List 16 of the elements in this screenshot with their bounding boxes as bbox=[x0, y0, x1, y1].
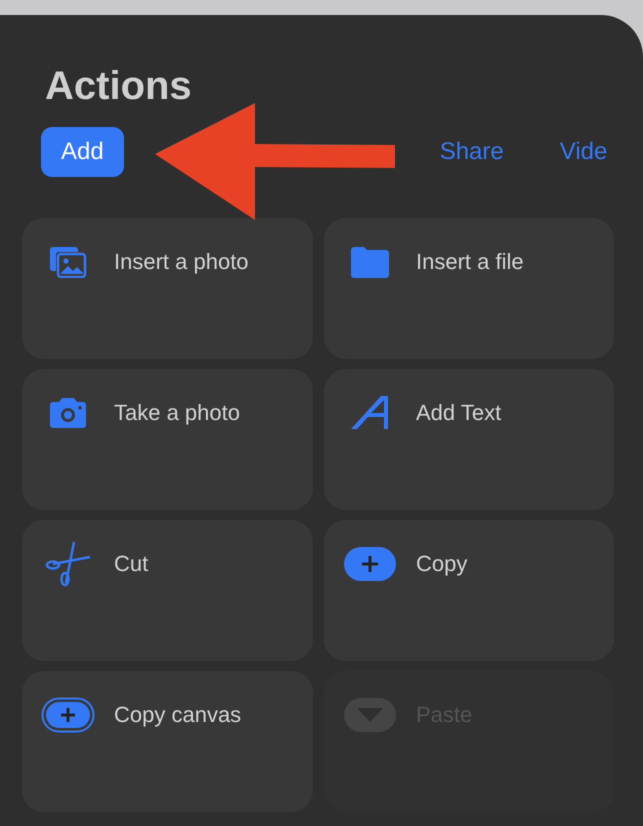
camera-icon bbox=[48, 397, 88, 429]
plus-pill-icon bbox=[344, 547, 396, 581]
action-tile[interactable]: Copy canvas bbox=[22, 671, 313, 812]
letter-a-icon bbox=[351, 396, 389, 430]
action-tile[interactable]: Cut bbox=[22, 520, 313, 661]
plus-pill-icon bbox=[41, 697, 95, 733]
scissors-icon bbox=[45, 541, 91, 587]
action-tile[interactable]: Insert a photo bbox=[22, 218, 313, 359]
action-tile[interactable]: Add Text bbox=[324, 369, 614, 510]
action-tile[interactable]: Insert a file bbox=[324, 218, 614, 359]
folder-icon bbox=[351, 246, 389, 278]
tab[interactable]: Add bbox=[41, 127, 124, 177]
panel-title: Actions bbox=[44, 63, 193, 97]
photo-stack-icon bbox=[48, 246, 88, 278]
action-tile[interactable]: Copy bbox=[324, 520, 614, 661]
action-tile[interactable]: Take a photo bbox=[22, 369, 313, 510]
